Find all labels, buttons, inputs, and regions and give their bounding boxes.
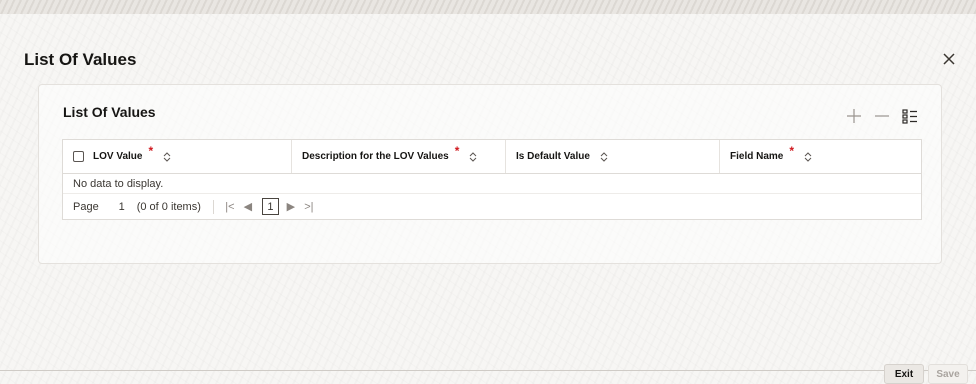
column-description[interactable]: Description for the LOV Values *: [291, 140, 505, 173]
column-field-name[interactable]: Field Name *: [719, 140, 921, 173]
pagination-bar: Page 1 (0 of 0 items) |< ◀ 1 ▶ >|: [63, 194, 921, 219]
item-count: (0 of 0 items): [136, 200, 201, 213]
empty-message: No data to display.: [63, 174, 921, 194]
required-asterisk: *: [454, 143, 460, 158]
footer-divider: [0, 370, 976, 371]
column-label: Is Default Value: [516, 151, 590, 162]
plus-icon[interactable]: [845, 107, 863, 125]
next-page-icon[interactable]: ▶: [283, 200, 299, 213]
dialog-title: List Of Values: [24, 50, 137, 69]
column-lov-value[interactable]: LOV Value *: [93, 140, 291, 173]
previous-page-icon[interactable]: ◀: [240, 200, 256, 213]
top-band: [0, 0, 976, 14]
sort-icon[interactable]: [804, 151, 812, 162]
column-is-default-value[interactable]: Is Default Value: [505, 140, 719, 173]
required-asterisk: *: [148, 143, 154, 158]
sort-icon[interactable]: [469, 151, 477, 162]
lov-table: LOV Value * Description for the LOV Valu…: [62, 139, 922, 220]
last-page-icon[interactable]: >|: [301, 201, 317, 213]
panel-title: List Of Values: [63, 104, 156, 120]
list-view-icon[interactable]: [901, 107, 919, 125]
list-of-values-dialog: List Of Values List Of Values LOV Value …: [0, 14, 976, 384]
select-all-cell: [63, 140, 93, 173]
exit-button[interactable]: Exit: [884, 364, 924, 384]
close-icon[interactable]: [940, 50, 958, 68]
required-asterisk: *: [789, 143, 795, 158]
save-button[interactable]: Save: [928, 364, 968, 384]
page-label: Page: [73, 200, 99, 213]
list-of-values-panel: List Of Values LOV Value * Description f…: [38, 84, 942, 264]
column-label: Description for the LOV Values: [302, 151, 449, 162]
table-header: LOV Value * Description for the LOV Valu…: [63, 140, 921, 174]
column-label: LOV Value: [93, 151, 143, 162]
column-label: Field Name: [730, 151, 784, 162]
page-number-input[interactable]: 1: [109, 198, 135, 216]
first-page-icon[interactable]: |<: [222, 201, 238, 213]
select-all-checkbox[interactable]: [73, 151, 84, 162]
panel-toolbar: [845, 107, 919, 125]
minus-icon[interactable]: [873, 107, 891, 125]
sort-icon[interactable]: [600, 151, 608, 162]
sort-icon[interactable]: [163, 151, 171, 162]
pager-divider: [212, 199, 214, 214]
current-page-button[interactable]: 1: [261, 198, 279, 215]
